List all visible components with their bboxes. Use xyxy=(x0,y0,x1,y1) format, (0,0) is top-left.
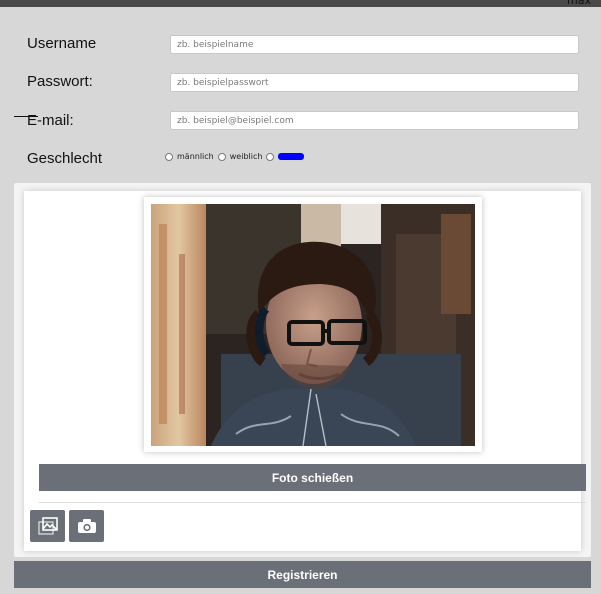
divider xyxy=(39,502,586,503)
gender-radio-group: männlich weiblich xyxy=(165,152,305,161)
password-input[interactable] xyxy=(170,73,579,92)
camera-button[interactable] xyxy=(69,510,104,542)
camera-panel: Foto schießen xyxy=(14,183,591,557)
gallery-button[interactable] xyxy=(30,510,65,542)
register-button[interactable]: Registrieren xyxy=(14,561,591,588)
camera-icon xyxy=(77,519,96,533)
gender-label: Geschlecht xyxy=(27,150,103,167)
radio-female[interactable] xyxy=(217,152,226,161)
corner-label: max xyxy=(567,0,591,7)
top-strip xyxy=(0,0,601,7)
username-label: Username xyxy=(27,35,97,52)
username-input[interactable] xyxy=(170,35,579,54)
email-label: E-mail: xyxy=(27,112,74,129)
take-photo-button[interactable]: Foto schießen xyxy=(39,464,586,491)
webcam-frame xyxy=(144,197,482,452)
custom-option-indicator[interactable] xyxy=(278,153,305,160)
password-label: Passwort: xyxy=(27,73,93,90)
radio-female-label: weiblich xyxy=(229,152,263,161)
webcam-preview xyxy=(151,204,475,446)
radio-other[interactable] xyxy=(266,152,275,161)
radio-male[interactable] xyxy=(165,152,173,161)
radio-male-label: männlich xyxy=(177,152,214,161)
registration-form: Username Passwort: E-mail: Geschlecht mä… xyxy=(0,7,601,183)
email-input[interactable] xyxy=(170,111,579,130)
gallery-icon xyxy=(37,517,58,535)
camera-card: Foto schießen xyxy=(24,191,586,551)
